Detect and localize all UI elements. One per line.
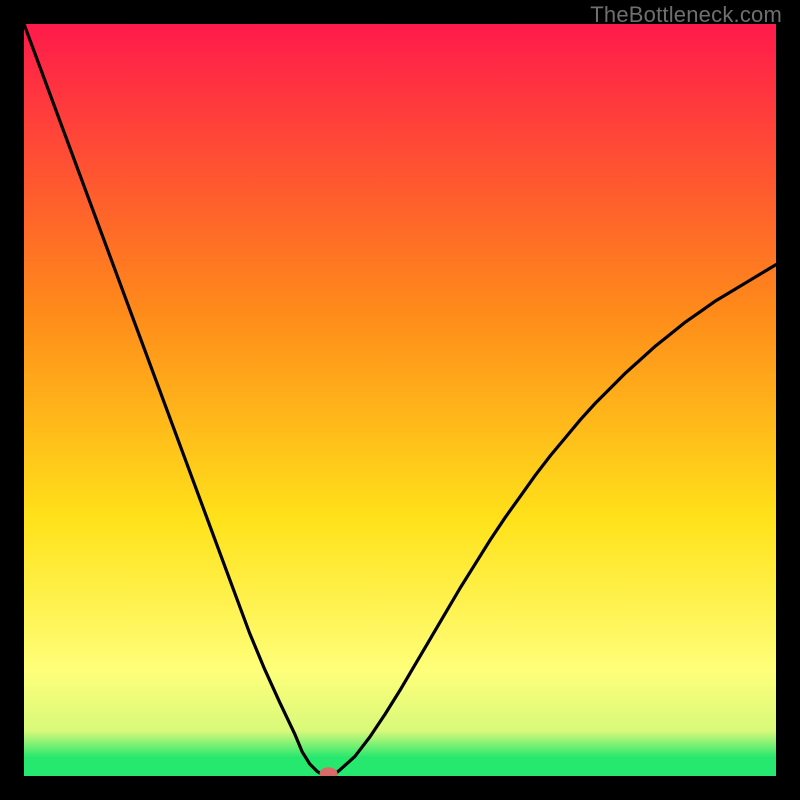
chart-plot	[24, 24, 776, 776]
chart-frame: TheBottleneck.com	[0, 0, 800, 800]
watermark-text: TheBottleneck.com	[590, 2, 782, 28]
gradient-background	[24, 24, 776, 776]
